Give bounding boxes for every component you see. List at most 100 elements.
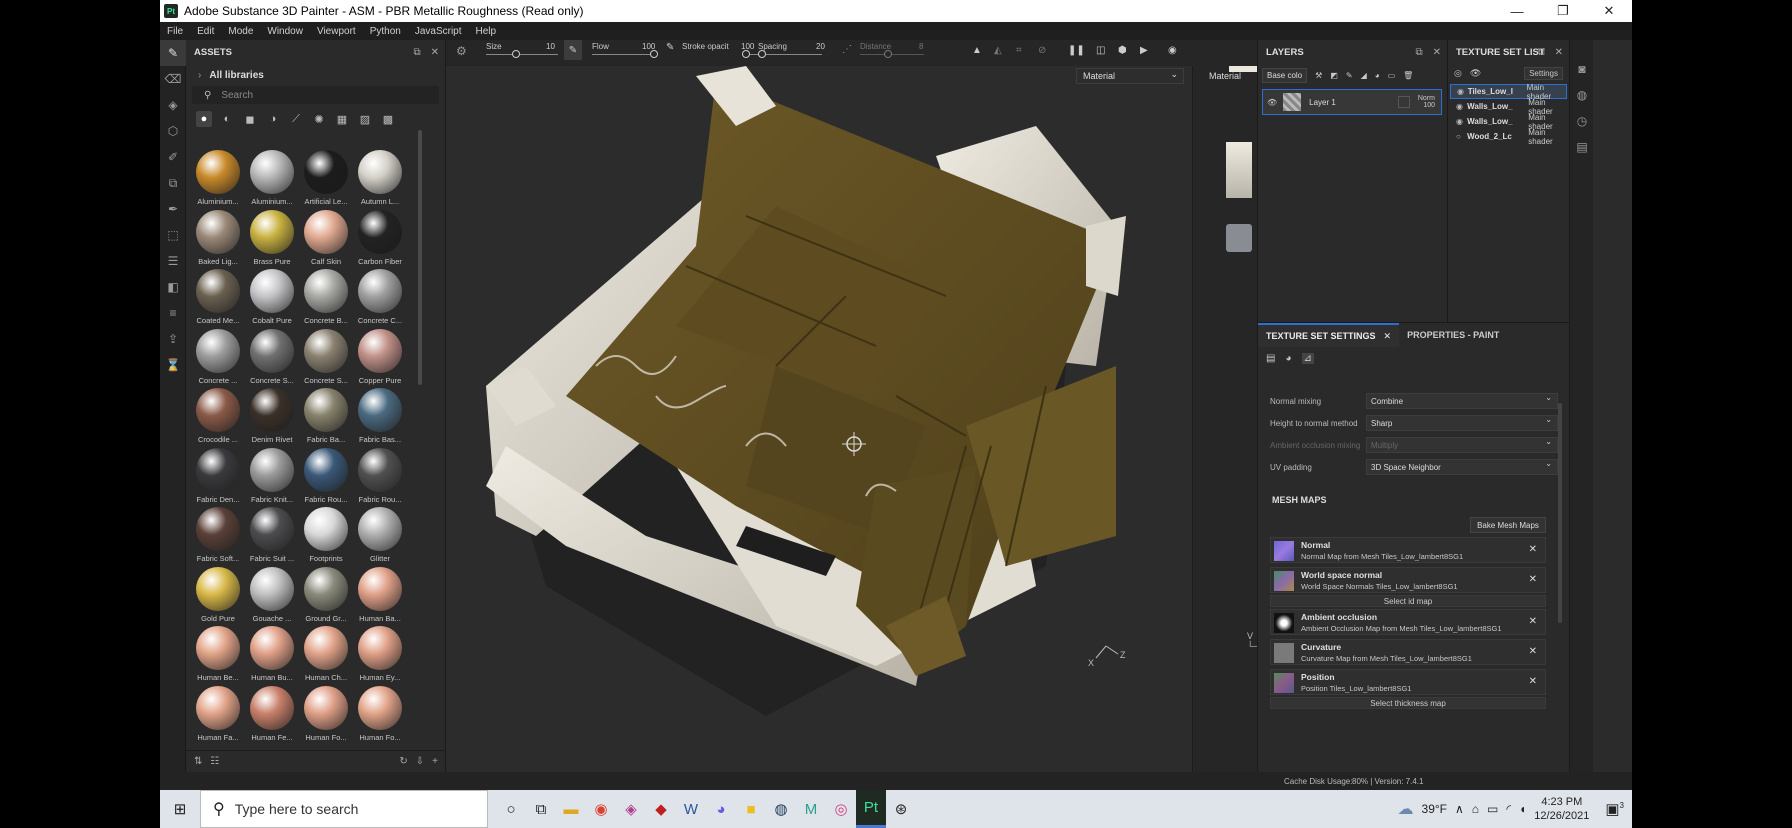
- filter-smart-materials-icon[interactable]: ◐: [219, 111, 235, 127]
- mesh-map-world-space-normal[interactable]: World space normal World Space Normals T…: [1270, 567, 1546, 593]
- chrome-icon[interactable]: ◉: [586, 790, 616, 828]
- notifications-icon[interactable]: ▣3: [1605, 800, 1624, 818]
- app-icon[interactable]: ◆: [646, 790, 676, 828]
- export-icon[interactable]: ⇪: [160, 326, 186, 352]
- close-button[interactable]: ✕: [1586, 0, 1632, 22]
- blend-mode[interactable]: Norm: [1418, 95, 1435, 102]
- color-picker-icon[interactable]: ✒: [160, 196, 186, 222]
- layer-mask-slot[interactable]: [1397, 96, 1410, 108]
- app-icon[interactable]: ◎: [826, 790, 856, 828]
- popout-icon[interactable]: ⧉: [1537, 47, 1544, 58]
- paint-brush-icon[interactable]: ✎: [160, 40, 186, 66]
- close-icon[interactable]: ✕: [1433, 47, 1441, 58]
- mesh-map-position[interactable]: Position Position Tiles_Low_lambert8SG1 …: [1270, 669, 1546, 695]
- eye-icon[interactable]: ◉: [1457, 87, 1468, 96]
- close-icon[interactable]: ✕: [431, 47, 439, 58]
- camera-icon[interactable]: ◙: [1570, 56, 1594, 82]
- close-icon[interactable]: ✕: [1529, 616, 1537, 627]
- mesh-map-curvature[interactable]: Curvature Curvature Map from Mesh Tiles_…: [1270, 639, 1546, 665]
- material-tile[interactable]: Fabric Rou...: [300, 446, 352, 506]
- material-tile[interactable]: Human Bu...: [246, 624, 298, 684]
- texture-set-shader[interactable]: Main shader: [1528, 128, 1569, 146]
- normal-mixing-select[interactable]: Combine: [1366, 393, 1558, 409]
- material-tile[interactable]: Human Fo...: [354, 684, 406, 744]
- close-icon[interactable]: ✕: [1529, 676, 1537, 687]
- network-icon[interactable]: ⌂: [1472, 802, 1479, 816]
- refresh-icon[interactable]: ↻: [399, 756, 407, 767]
- fill-icon[interactable]: ◢: [1361, 71, 1367, 80]
- clock[interactable]: 4:23 PM 12/26/2021: [1534, 795, 1589, 823]
- chevron-up-icon[interactable]: ∧: [1455, 802, 1464, 816]
- cortana-icon[interactable]: ○: [496, 790, 526, 828]
- close-icon[interactable]: ✕: [1529, 544, 1537, 555]
- material-tile[interactable]: Calf Skin: [300, 208, 352, 268]
- magic-wand-icon[interactable]: ⚒: [1315, 71, 1322, 80]
- settings-dropdown[interactable]: Settings: [1524, 66, 1563, 80]
- assets-search-input[interactable]: ⚲ Search: [192, 86, 439, 104]
- material-tile[interactable]: Human Fe...: [246, 684, 298, 744]
- battery-icon[interactable]: ▭: [1487, 802, 1498, 816]
- material-tile[interactable]: Footprints: [300, 505, 352, 565]
- material-tile[interactable]: Glitter: [354, 505, 406, 565]
- material-tile[interactable]: Brass Pure: [246, 208, 298, 268]
- windows-start-icon[interactable]: ⊞: [160, 790, 200, 828]
- video-icon[interactable]: ▶: [1140, 45, 1148, 56]
- substance-painter-icon[interactable]: Pt: [856, 790, 886, 828]
- material-tile[interactable]: Denim Rivet: [246, 386, 298, 446]
- volume-icon[interactable]: ◖: [1519, 802, 1526, 816]
- symmetry-icon[interactable]: ▲: [972, 45, 982, 56]
- material-tile[interactable]: Fabric Bas...: [354, 386, 406, 446]
- select-id-map-button[interactable]: Select id map: [1270, 595, 1546, 607]
- filter-environment-icon[interactable]: ▨: [357, 111, 373, 127]
- material-tile[interactable]: Fabric Ba...: [300, 386, 352, 446]
- pause-icon[interactable]: ❚❚: [1068, 45, 1085, 56]
- material-tile[interactable]: Concrete B...: [300, 267, 352, 327]
- close-icon[interactable]: ✕: [1384, 331, 1392, 342]
- material-tile[interactable]: Autumn L...: [354, 148, 406, 208]
- discord-icon[interactable]: ◕: [706, 790, 736, 828]
- menu-python[interactable]: Python: [363, 26, 408, 37]
- 3d-viewport[interactable]: X Z Material⌄ Material V└─U: [446, 66, 1320, 772]
- close-icon[interactable]: ✕: [1529, 574, 1537, 585]
- material-tile[interactable]: Concrete C...: [354, 267, 406, 327]
- minimize-button[interactable]: —: [1494, 0, 1540, 22]
- filter-brushes-icon[interactable]: ⟋: [288, 111, 304, 127]
- grid-view-icon[interactable]: ▩: [380, 111, 396, 127]
- material-tile[interactable]: Gold Pure: [192, 565, 244, 625]
- steam-icon[interactable]: ◍: [766, 790, 796, 828]
- material-tile[interactable]: Fabric Soft...: [192, 505, 244, 565]
- clone-icon[interactable]: ⧉: [160, 170, 186, 196]
- weather-icon[interactable]: ☁: [1398, 799, 1414, 819]
- polygon-fill-icon[interactable]: ⬡: [160, 118, 186, 144]
- material-icon[interactable]: ◧: [160, 274, 186, 300]
- stroke-pen-icon[interactable]: ✎: [666, 42, 674, 53]
- lazy-mouse-icon[interactable]: ⋰: [842, 44, 852, 55]
- menu-viewport[interactable]: Viewport: [310, 26, 363, 37]
- filter-textures-icon[interactable]: ◼: [242, 111, 258, 127]
- material-tile[interactable]: Crocodile ...: [192, 386, 244, 446]
- material-tile[interactable]: Fabric Suit ...: [246, 505, 298, 565]
- material-tile[interactable]: Ground Gr...: [300, 565, 352, 625]
- filter-masks-icon[interactable]: ◑: [265, 111, 281, 127]
- channel-dropdown[interactable]: Base colo: [1262, 67, 1308, 83]
- material-tile[interactable]: Aluminium...: [246, 148, 298, 208]
- word-icon[interactable]: W: [676, 790, 706, 828]
- crop-icon[interactable]: ⌗: [1016, 45, 1022, 56]
- filter-alphas-icon[interactable]: ▦: [334, 111, 350, 127]
- menu-javascript[interactable]: JavaScript: [408, 26, 469, 37]
- mesh-icon[interactable]: ⊿: [1301, 352, 1314, 364]
- tab-texture-set-settings[interactable]: TEXTURE SET SETTINGS ✕: [1258, 323, 1400, 347]
- texture-set-row[interactable]: ○ Wood_2_Lc Main shader: [1448, 128, 1569, 146]
- material-icon[interactable]: ◕: [1285, 353, 1291, 364]
- filter-particles-icon[interactable]: ✺: [311, 111, 327, 127]
- popout-icon[interactable]: ⧉: [413, 47, 420, 58]
- popout-icon[interactable]: ⧉: [1415, 47, 1422, 58]
- close-icon[interactable]: ✕: [1529, 646, 1537, 657]
- mask-icon[interactable]: ◩: [1330, 71, 1338, 80]
- app-icon[interactable]: ◈: [616, 790, 646, 828]
- material-tile[interactable]: Fabric Knit...: [246, 446, 298, 506]
- taskbar-search-input[interactable]: ⚲ Type here to search: [200, 790, 488, 828]
- flow-slider[interactable]: [592, 50, 658, 58]
- sort-icon[interactable]: ⇅: [194, 756, 202, 767]
- history-icon[interactable]: ⌛: [160, 352, 186, 378]
